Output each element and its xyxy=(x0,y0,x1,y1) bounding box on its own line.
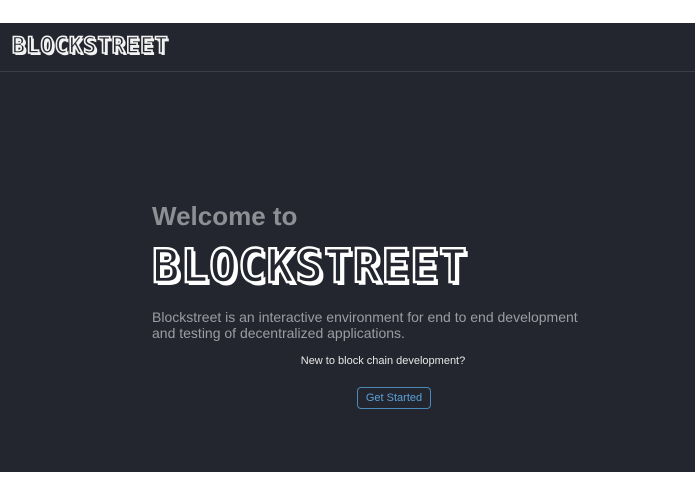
hero-brand-logo: BLOCKSTREET xyxy=(151,239,468,293)
top-navbar: BLOCKSTREET xyxy=(0,23,695,72)
brand-logo[interactable]: BLOCKSTREET xyxy=(11,35,169,59)
app-window: BLOCKSTREET Welcome to BLOCKSTREET Block… xyxy=(0,23,695,472)
welcome-heading: Welcome to xyxy=(152,201,298,231)
hero-tagline: Blockstreet is an interactive environmen… xyxy=(152,309,578,341)
get-started-button[interactable]: Get Started xyxy=(357,387,431,409)
hero-section: Welcome to BLOCKSTREET Blockstreet is an… xyxy=(151,201,622,409)
newcomer-prompt: New to block chain development? xyxy=(300,355,466,367)
